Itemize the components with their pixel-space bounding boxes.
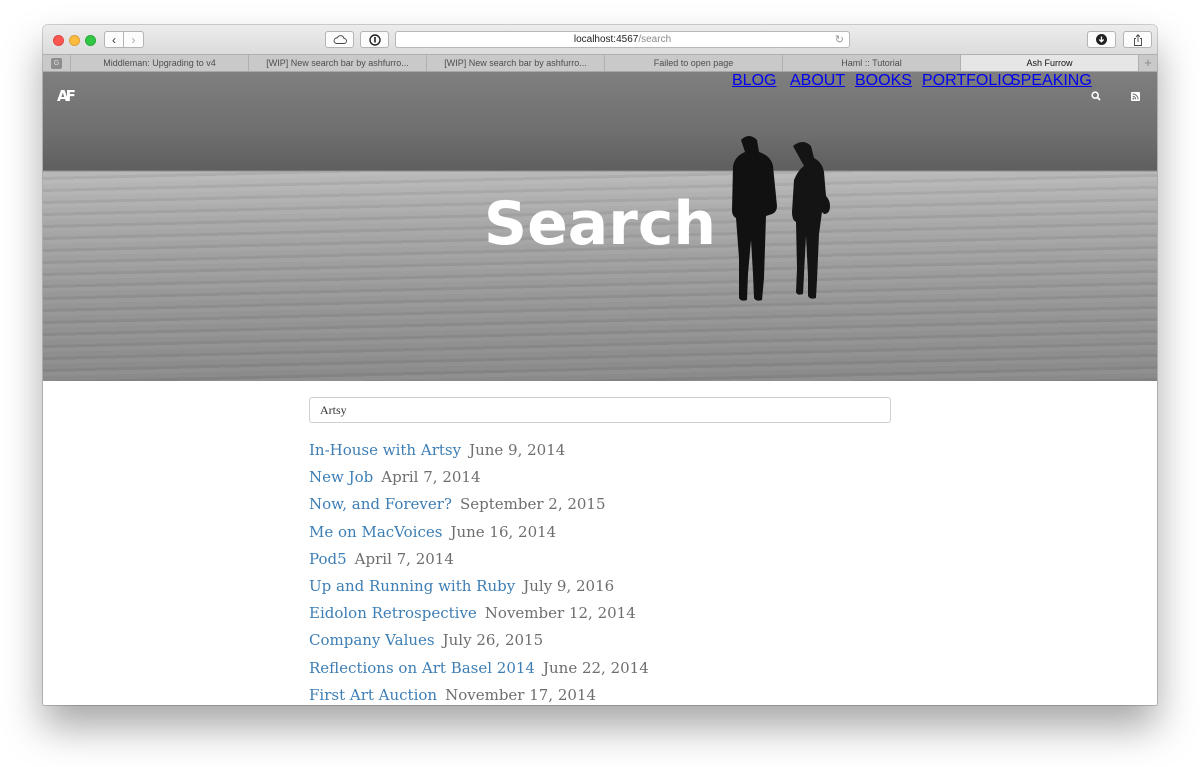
- chevron-left-icon: ‹: [112, 32, 116, 47]
- nav-search-button[interactable]: [1091, 88, 1101, 106]
- tab[interactable]: [WIP] New search bar by ashfurro...: [427, 55, 605, 71]
- result-date: November 12, 2014: [484, 604, 636, 623]
- password-manager-button[interactable]: [360, 31, 389, 48]
- result-title-link[interactable]: Pod5: [309, 550, 347, 568]
- tab[interactable]: Failed to open page: [605, 55, 783, 71]
- chevron-right-icon: ›: [131, 32, 136, 47]
- list-item: Up and Running with Ruby July 9, 2016: [309, 577, 649, 604]
- rss-icon: [1131, 92, 1140, 101]
- list-item: Company Values July 26, 2015: [309, 631, 649, 658]
- address-host: localhost:4567: [573, 34, 639, 45]
- list-item: New Job April 7, 2014: [309, 468, 649, 495]
- back-button[interactable]: ‹: [104, 31, 124, 48]
- forward-button[interactable]: ›: [124, 31, 144, 48]
- result-title-link[interactable]: Reflections on Art Basel 2014: [309, 659, 535, 677]
- list-item: Reflections on Art Basel 2014 June 22, 20…: [309, 659, 649, 686]
- page-title: Search: [483, 189, 717, 259]
- result-date: June 9, 2014: [469, 441, 566, 459]
- site-logo[interactable]: AF: [57, 87, 76, 105]
- address-path: /search: [638, 34, 672, 45]
- result-title-link[interactable]: In-House with Artsy: [309, 441, 461, 459]
- keyhole-icon: [368, 33, 381, 46]
- download-icon: [1096, 34, 1107, 45]
- result-title-link[interactable]: First Art Auction: [309, 686, 437, 704]
- reload-icon[interactable]: ↻: [835, 33, 844, 46]
- address-bar[interactable]: localhost:4567/search ↻: [395, 31, 850, 48]
- list-item: Now, and Forever? September 2, 2015: [309, 495, 649, 522]
- browser-window: ‹ › localhost:4567/search ↻ G Middleman:…: [43, 25, 1157, 705]
- tab[interactable]: Haml :: Tutorial: [783, 55, 961, 71]
- tab[interactable]: Middleman: Upgrading to v4: [71, 55, 249, 71]
- result-title-link[interactable]: Company Values: [309, 631, 435, 649]
- search-results: In-House with Artsy June 9, 2014 New Job A…: [309, 441, 649, 705]
- window-minimize-button[interactable]: [69, 35, 80, 46]
- result-title-link[interactable]: New Job: [309, 468, 373, 486]
- new-tab-button[interactable]: +: [1139, 55, 1157, 71]
- result-title-link[interactable]: Eidolon Retrospective: [309, 604, 477, 622]
- icloud-tabs-button[interactable]: [325, 31, 354, 48]
- downloads-button[interactable]: [1087, 31, 1116, 48]
- list-item: In-House with Artsy June 9, 2014: [309, 441, 649, 468]
- result-date: November 17, 2014: [445, 685, 597, 704]
- result-title-link[interactable]: Me on MacVoices: [309, 523, 442, 541]
- hero-banner: AF BLOG ABOUT BOOKS PORTFOLIO SPEAKING S…: [43, 72, 1157, 381]
- pinned-tab[interactable]: G: [43, 55, 71, 71]
- window-close-button[interactable]: [53, 35, 64, 46]
- result-title-link[interactable]: Now, and Forever?: [309, 495, 452, 513]
- tab[interactable]: [WIP] New search bar by ashfurro...: [249, 55, 427, 71]
- result-date: April 7, 2014: [354, 549, 454, 568]
- list-item: Eidolon Retrospective November 12, 2014: [309, 604, 649, 631]
- result-date: July 26, 2015: [442, 631, 544, 650]
- nav-rss-button[interactable]: [1131, 88, 1140, 106]
- result-date: June 16, 2014: [450, 522, 557, 541]
- list-item: Pod5 April 7, 2014: [309, 550, 649, 577]
- pinned-tab-favicon: G: [51, 57, 62, 69]
- cloud-icon: [333, 35, 347, 44]
- tab-bar: G Middleman: Upgrading to v4 [WIP] New s…: [43, 54, 1157, 72]
- result-date: September 2, 2015: [459, 495, 606, 514]
- search-icon: [1091, 91, 1101, 101]
- share-button[interactable]: [1123, 31, 1152, 48]
- result-title-link[interactable]: Up and Running with Ruby: [309, 577, 515, 595]
- browser-toolbar: ‹ › localhost:4567/search ↻: [43, 25, 1157, 54]
- search-input[interactable]: [309, 397, 891, 423]
- result-date: April 7, 2014: [381, 468, 481, 487]
- result-date: June 22, 2014: [542, 658, 649, 677]
- window-maximize-button[interactable]: [85, 35, 96, 46]
- tab-active[interactable]: Ash Furrow: [961, 55, 1139, 71]
- list-item: First Art Auction November 17, 2014: [309, 686, 649, 705]
- share-icon: [1133, 33, 1142, 46]
- result-date: July 9, 2016: [523, 576, 615, 595]
- search-page-content: In-House with Artsy June 9, 2014 New Job A…: [43, 381, 1157, 705]
- list-item: Me on MacVoices June 16, 2014: [309, 523, 649, 550]
